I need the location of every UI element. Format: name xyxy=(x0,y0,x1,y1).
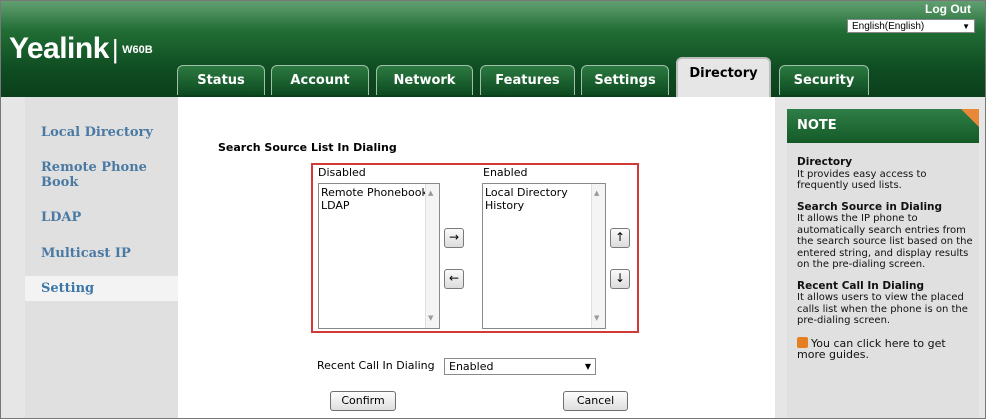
sidebar-item-local-directory[interactable]: Local Directory xyxy=(41,125,153,140)
cancel-button[interactable]: Cancel xyxy=(563,391,628,411)
move-up-button[interactable]: ↑ xyxy=(610,228,630,248)
note-text: It allows the IP phone to automatically … xyxy=(797,213,973,270)
sidebar-item-setting[interactable]: Setting xyxy=(25,276,178,301)
move-left-button[interactable]: ← xyxy=(444,269,464,289)
note-title: NOTE xyxy=(787,109,979,143)
scroll-down-icon[interactable]: ▼ xyxy=(428,312,433,325)
header-highlight xyxy=(1,1,985,29)
section-title: Search Source List In Dialing xyxy=(218,141,397,154)
list-item[interactable]: LDAP xyxy=(321,199,439,212)
tab-account[interactable]: Account xyxy=(271,65,369,95)
language-value: English(English) xyxy=(852,21,925,32)
move-down-button[interactable]: ↓ xyxy=(610,269,630,289)
recent-call-select[interactable]: Enabled ▼ xyxy=(444,358,596,375)
tab-network[interactable]: Network xyxy=(376,65,473,95)
logout-link[interactable]: Log Out xyxy=(925,2,971,16)
note-text: It allows users to view the placed calls… xyxy=(797,292,968,326)
logo: Yealink | W60B xyxy=(9,34,153,65)
logo-text: Yealink xyxy=(9,32,109,65)
scroll-down-icon[interactable]: ▼ xyxy=(594,312,599,325)
tab-settings[interactable]: Settings xyxy=(581,65,669,95)
disabled-list[interactable]: Remote Phonebook LDAP ▲ ▼ xyxy=(318,183,440,329)
sidebar-item-remote-phone-book[interactable]: Remote Phone Book xyxy=(41,160,156,190)
note-heading: Recent Call In Dialing xyxy=(797,279,924,292)
note-panel: NOTE Directory It provides easy access to… xyxy=(787,109,979,418)
confirm-button[interactable]: Confirm xyxy=(330,391,396,411)
enabled-label: Enabled xyxy=(483,166,528,179)
header: Yealink | W60B Log Out English(English) ▼ S… xyxy=(1,1,985,97)
guide-link[interactable]: You can click here to get more guides. xyxy=(797,337,946,362)
model-name: W60B xyxy=(122,44,153,57)
note-body: Directory It provides easy access to freq… xyxy=(797,156,975,371)
note-text: It provides easy access to frequently us… xyxy=(797,168,927,192)
scrollbar[interactable]: ▲ ▼ xyxy=(425,184,439,328)
list-item[interactable]: Remote Phonebook xyxy=(321,186,439,199)
tab-security[interactable]: Security xyxy=(779,65,869,95)
tab-directory[interactable]: Directory xyxy=(676,57,771,97)
note-heading: Search Source in Dialing xyxy=(797,200,943,213)
note-corner-icon xyxy=(961,109,979,127)
list-item[interactable]: History xyxy=(485,199,605,212)
app-frame: Yealink | W60B Log Out English(English) ▼ S… xyxy=(0,0,986,419)
logo-separator: | xyxy=(111,34,119,64)
sidebar-item-multicast-ip[interactable]: Multicast IP xyxy=(41,246,131,261)
tab-bar: Status Account Network Features Settings… xyxy=(1,57,985,97)
scroll-up-icon[interactable]: ▲ xyxy=(594,187,599,200)
main-panel: Search Source List In Dialing Disabled E… xyxy=(178,97,775,418)
recent-call-value: Enabled xyxy=(449,360,494,373)
scrollbar[interactable]: ▲ ▼ xyxy=(591,184,605,328)
content-area: Local Directory Remote Phone Book LDAP M… xyxy=(1,97,985,418)
list-item[interactable]: Local Directory xyxy=(485,186,605,199)
move-right-button[interactable]: → xyxy=(444,228,464,248)
chevron-down-icon: ▼ xyxy=(584,362,591,371)
chevron-down-icon: ▼ xyxy=(962,22,970,31)
sidebar-item-ldap[interactable]: LDAP xyxy=(41,210,81,225)
disabled-label: Disabled xyxy=(318,166,366,179)
tab-features[interactable]: Features xyxy=(480,65,575,95)
note-heading: Directory xyxy=(797,156,853,168)
tab-status[interactable]: Status xyxy=(177,65,265,95)
language-select[interactable]: English(English) ▼ xyxy=(847,19,975,33)
scroll-up-icon[interactable]: ▲ xyxy=(428,187,433,200)
sidebar: Local Directory Remote Phone Book LDAP M… xyxy=(25,97,178,418)
recent-call-label: Recent Call In Dialing xyxy=(317,359,435,372)
enabled-list[interactable]: Local Directory History ▲ ▼ xyxy=(482,183,606,329)
guide-icon xyxy=(797,336,808,348)
